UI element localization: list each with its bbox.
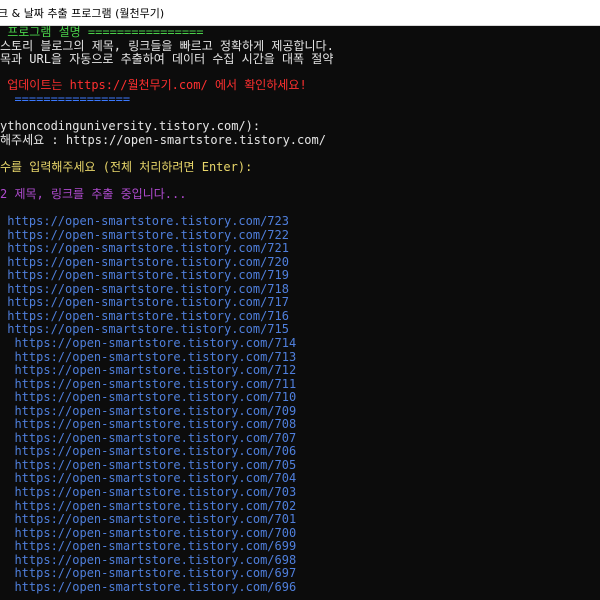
post-link-item[interactable]: https://open-smartstore.tistory.com/715 <box>0 323 289 337</box>
url-input-prompt: 해주세요 : https://open-smartstore.tistory.c… <box>0 133 326 147</box>
post-link-item[interactable]: https://open-smartstore.tistory.com/721 <box>0 242 289 256</box>
post-link-item[interactable]: https://open-smartstore.tistory.com/717 <box>0 296 289 310</box>
post-link-item[interactable]: https://open-smartstore.tistory.com/704 <box>0 472 296 486</box>
description-line-1: 스토리 블로그의 제목, 링크들을 빠르고 정확하게 제공합니다. <box>0 38 334 53</box>
post-link-item[interactable]: https://open-smartstore.tistory.com/711 <box>0 377 296 392</box>
post-link-item[interactable]: https://open-smartstore.tistory.com/709 <box>0 404 296 419</box>
post-link-item[interactable]: https://open-smartstore.tistory.com/714 <box>0 336 296 351</box>
post-link-item[interactable]: https://open-smartstore.tistory.com/708 <box>0 418 296 432</box>
post-link-item[interactable]: https://open-smartstore.tistory.com/716 <box>0 309 289 324</box>
post-link-item[interactable]: https://open-smartstore.tistory.com/697 <box>0 567 296 581</box>
post-link-item[interactable]: https://open-smartstore.tistory.com/698 <box>0 553 296 568</box>
post-link-item[interactable]: https://open-smartstore.tistory.com/718 <box>0 282 289 297</box>
post-link-item[interactable]: https://open-smartstore.tistory.com/706 <box>0 445 296 459</box>
description-line-2: 목과 URL을 자동으로 추출하여 데이터 수집 시간을 대폭 절약 <box>0 52 334 66</box>
post-link-item[interactable]: https://open-smartstore.tistory.com/710 <box>0 391 296 405</box>
post-link-item[interactable]: https://open-smartstore.tistory.com/702 <box>0 499 296 514</box>
post-link-item[interactable]: https://open-smartstore.tistory.com/722 <box>0 228 289 243</box>
console-window: 크 & 날짜 추출 프로그램 (월천무기) 프로그램 설명 ==========… <box>0 0 600 600</box>
post-link-item[interactable]: https://open-smartstore.tistory.com/696 <box>0 580 296 595</box>
post-link-item[interactable]: https://open-smartstore.tistory.com/701 <box>0 513 296 527</box>
post-link-item[interactable]: https://open-smartstore.tistory.com/707 <box>0 431 296 446</box>
divider-line: ================ <box>0 92 131 106</box>
extracting-status: 2 제목, 링크를 추출 중입니다... <box>0 187 187 201</box>
post-link-item[interactable]: https://open-smartstore.tistory.com/705 <box>0 458 296 473</box>
post-link-item[interactable]: https://open-smartstore.tistory.com/713 <box>0 350 296 365</box>
post-link-item[interactable]: https://open-smartstore.tistory.com/700 <box>0 526 296 541</box>
header-title: 프로그램 설명 ================ <box>0 26 204 39</box>
post-link-item[interactable]: https://open-smartstore.tistory.com/720 <box>0 255 289 270</box>
console-output[interactable]: 프로그램 설명 ================ 스토리 블로그의 제목, 링크… <box>0 26 600 600</box>
count-prompt: 수를 입력해주세요 (전체 처리하려면 Enter): <box>0 160 253 174</box>
post-link-item[interactable]: https://open-smartstore.tistory.com/723 <box>0 214 289 229</box>
title-bar[interactable]: 크 & 날짜 추출 프로그램 (월천무기) <box>0 0 600 26</box>
post-link-item[interactable]: https://open-smartstore.tistory.com/703 <box>0 485 296 500</box>
post-link-item[interactable]: https://open-smartstore.tistory.com/712 <box>0 364 296 378</box>
example-url-line: ythoncodinguniversity.tistory.com/): <box>0 119 261 133</box>
post-link-item[interactable]: https://open-smartstore.tistory.com/719 <box>0 269 289 283</box>
post-link-item[interactable]: https://open-smartstore.tistory.com/699 <box>0 540 296 554</box>
update-notice: 업데이트는 https://월천무기.com/ 에서 확인하세요! <box>0 78 307 92</box>
window-title: 크 & 날짜 추출 프로그램 (월천무기) <box>0 7 165 20</box>
